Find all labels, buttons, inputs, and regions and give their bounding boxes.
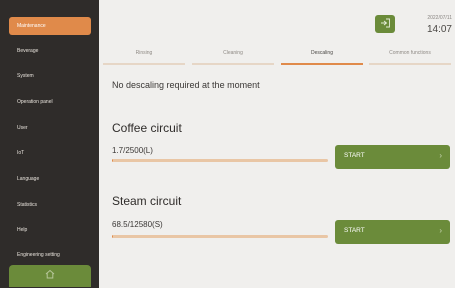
tab-label: Descaling [311, 50, 333, 56]
sidebar-item-label: User [17, 125, 28, 131]
coffee-start-button[interactable]: START › [335, 145, 450, 169]
sidebar-item-user[interactable]: User [9, 119, 91, 137]
steam-start-button[interactable]: START › [335, 220, 450, 244]
tab-bar: Rinsing Cleaning Descaling Common functi… [103, 47, 451, 65]
sidebar-item-help[interactable]: Help [9, 221, 91, 239]
tab-descaling[interactable]: Descaling [281, 47, 363, 65]
sidebar-item-language[interactable]: Language [9, 170, 91, 188]
chevron-right-icon: › [439, 226, 442, 235]
coffee-circuit-title: Coffee circuit [112, 121, 182, 135]
steam-circuit-title: Steam circuit [112, 194, 182, 208]
sidebar-item-operation-panel[interactable]: Operation panel [9, 93, 91, 111]
sidebar-item-label: Help [17, 227, 28, 233]
sidebar-item-label: System [17, 73, 34, 79]
descaling-status-message: No descaling required at the moment [112, 80, 260, 90]
home-icon [44, 267, 56, 285]
steam-circuit-progress-bar [112, 235, 328, 238]
main-panel: 2022/07/11 14:07 Rinsing Cleaning Descal… [99, 0, 455, 288]
sidebar-item-iot[interactable]: IoT [9, 144, 91, 162]
coffee-circuit-progress-bar [112, 159, 328, 162]
sidebar: Maintenance Beverage System Operation pa… [0, 0, 99, 288]
sidebar-item-label: Statistics [17, 202, 38, 208]
tab-cleaning[interactable]: Cleaning [192, 47, 274, 65]
steam-circuit-value: 68.5/12580(S) [112, 220, 163, 229]
logout-icon [380, 15, 391, 33]
header-date: 2022/07/11 [427, 15, 452, 21]
tab-common-functions[interactable]: Common functions [369, 47, 451, 65]
coffee-circuit-value: 1.7/2500(L) [112, 146, 153, 155]
chevron-right-icon: › [439, 151, 442, 160]
start-button-label: START [344, 227, 365, 234]
home-button[interactable] [9, 265, 91, 287]
sidebar-item-label: Beverage [17, 48, 39, 54]
steam-circuit-progress-fill [112, 235, 114, 238]
tab-label: Common functions [389, 50, 431, 56]
start-button-label: START [344, 152, 365, 159]
sidebar-item-system[interactable]: System [9, 67, 91, 85]
sidebar-item-label: Language [17, 176, 40, 182]
tab-label: Cleaning [223, 50, 243, 56]
tab-label: Rinsing [135, 50, 153, 56]
sidebar-item-engineering-setting[interactable]: Engineering setting [9, 246, 91, 264]
logout-button[interactable] [375, 15, 395, 33]
header-time: 14:07 [426, 24, 452, 35]
sidebar-item-label: Engineering setting [17, 252, 60, 258]
sidebar-item-label: IoT [17, 150, 25, 156]
sidebar-item-label: Maintenance [17, 23, 46, 29]
sidebar-item-statistics[interactable]: Statistics [9, 196, 91, 214]
tab-rinsing[interactable]: Rinsing [103, 47, 185, 65]
sidebar-item-label: Operation panel [17, 99, 53, 105]
sidebar-item-beverage[interactable]: Beverage [9, 42, 91, 60]
sidebar-item-maintenance[interactable]: Maintenance [9, 17, 91, 35]
